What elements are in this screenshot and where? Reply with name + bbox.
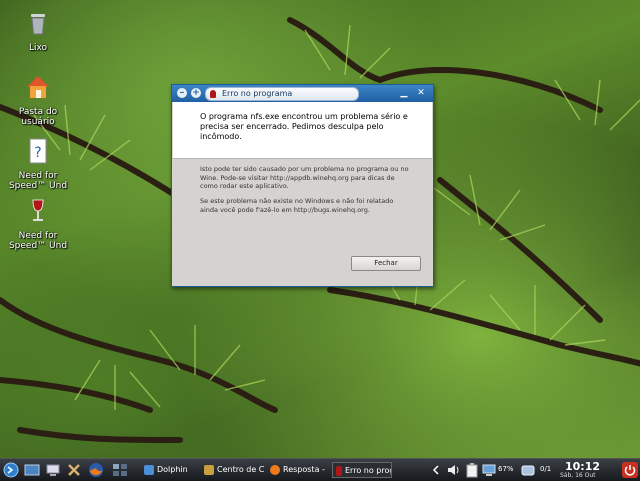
divider xyxy=(173,158,432,159)
task-firefox[interactable]: Resposta - xyxy=(270,462,330,478)
desktop-icon-home[interactable]: Pasta do usuário xyxy=(6,72,70,127)
task-dolphin[interactable]: Dolphin xyxy=(144,462,200,478)
home-folder-icon xyxy=(27,76,49,98)
wine-icon xyxy=(210,90,216,98)
pin-button[interactable]: + xyxy=(191,88,201,98)
error-message: O programa nfs.exe encontrou um problema… xyxy=(200,112,408,141)
unknown-file-icon: ? xyxy=(29,138,47,164)
dialog-title: Erro no programa xyxy=(222,89,293,98)
taskbar: Dolphin Centro de C Resposta - Erro no p… xyxy=(0,458,640,481)
firefox-icon[interactable] xyxy=(88,462,104,478)
desktop-icon-nfs-2[interactable]: Need for Speed™ Und xyxy=(6,196,70,251)
clipboard-icon[interactable] xyxy=(464,462,480,478)
show-desktop-icon[interactable] xyxy=(24,462,40,478)
folder-icon xyxy=(144,464,154,475)
task-error-dialog[interactable]: Erro no prog xyxy=(332,462,392,478)
svg-text:?: ? xyxy=(34,145,41,161)
volume-icon[interactable] xyxy=(446,462,462,478)
pager-grid-icon[interactable] xyxy=(112,462,128,478)
info-text-report: Se este problema não existe no Windows e… xyxy=(200,197,394,214)
desktop-icon-label: Need for Speed™ Und xyxy=(8,231,68,251)
tray-expand-icon[interactable] xyxy=(430,462,442,478)
desktop-pager[interactable]: 0/1 xyxy=(540,465,551,473)
error-dialog: – + Erro no programa ▁ ✕ O programa nfs.… xyxy=(171,84,434,287)
network-icon[interactable] xyxy=(481,462,497,478)
close-window-button[interactable]: ✕ xyxy=(417,89,425,98)
desktop-icon-label: Lixo xyxy=(28,43,48,53)
desktop-icon-label: Pasta do usuário xyxy=(18,107,58,127)
dialog-title-tab: Erro no programa xyxy=(205,87,359,101)
minimize-button[interactable]: ▁ xyxy=(400,89,408,98)
clock-date: Sáb, 16 Out xyxy=(560,472,596,479)
firefox-icon xyxy=(270,464,280,475)
trash-icon xyxy=(31,14,45,35)
tools-icon[interactable] xyxy=(66,462,82,478)
desktop-icon-trash[interactable]: Lixo xyxy=(6,8,70,53)
system-settings-icon[interactable] xyxy=(45,462,61,478)
info-text-cause: Isto pode ter sido causado por um proble… xyxy=(200,165,409,190)
settings-icon xyxy=(204,464,214,475)
task-control-center[interactable]: Centro de C xyxy=(204,462,268,478)
dialog-titlebar[interactable]: – + Erro no programa ▁ ✕ xyxy=(172,85,433,102)
wine-icon xyxy=(336,465,342,476)
close-button[interactable]: Fechar xyxy=(351,256,421,271)
power-icon[interactable] xyxy=(622,462,638,478)
removable-device-icon[interactable] xyxy=(520,462,536,478)
desktop-icon-label: Need for Speed™ Und xyxy=(8,171,68,191)
wine-icon xyxy=(32,199,44,221)
desktop-icon-nfs-1[interactable]: ? Need for Speed™ Und xyxy=(6,136,70,191)
application-launcher-icon[interactable] xyxy=(3,462,19,478)
window-menu-button[interactable]: – xyxy=(177,88,187,98)
battery-percentage[interactable]: 67% xyxy=(498,465,514,473)
